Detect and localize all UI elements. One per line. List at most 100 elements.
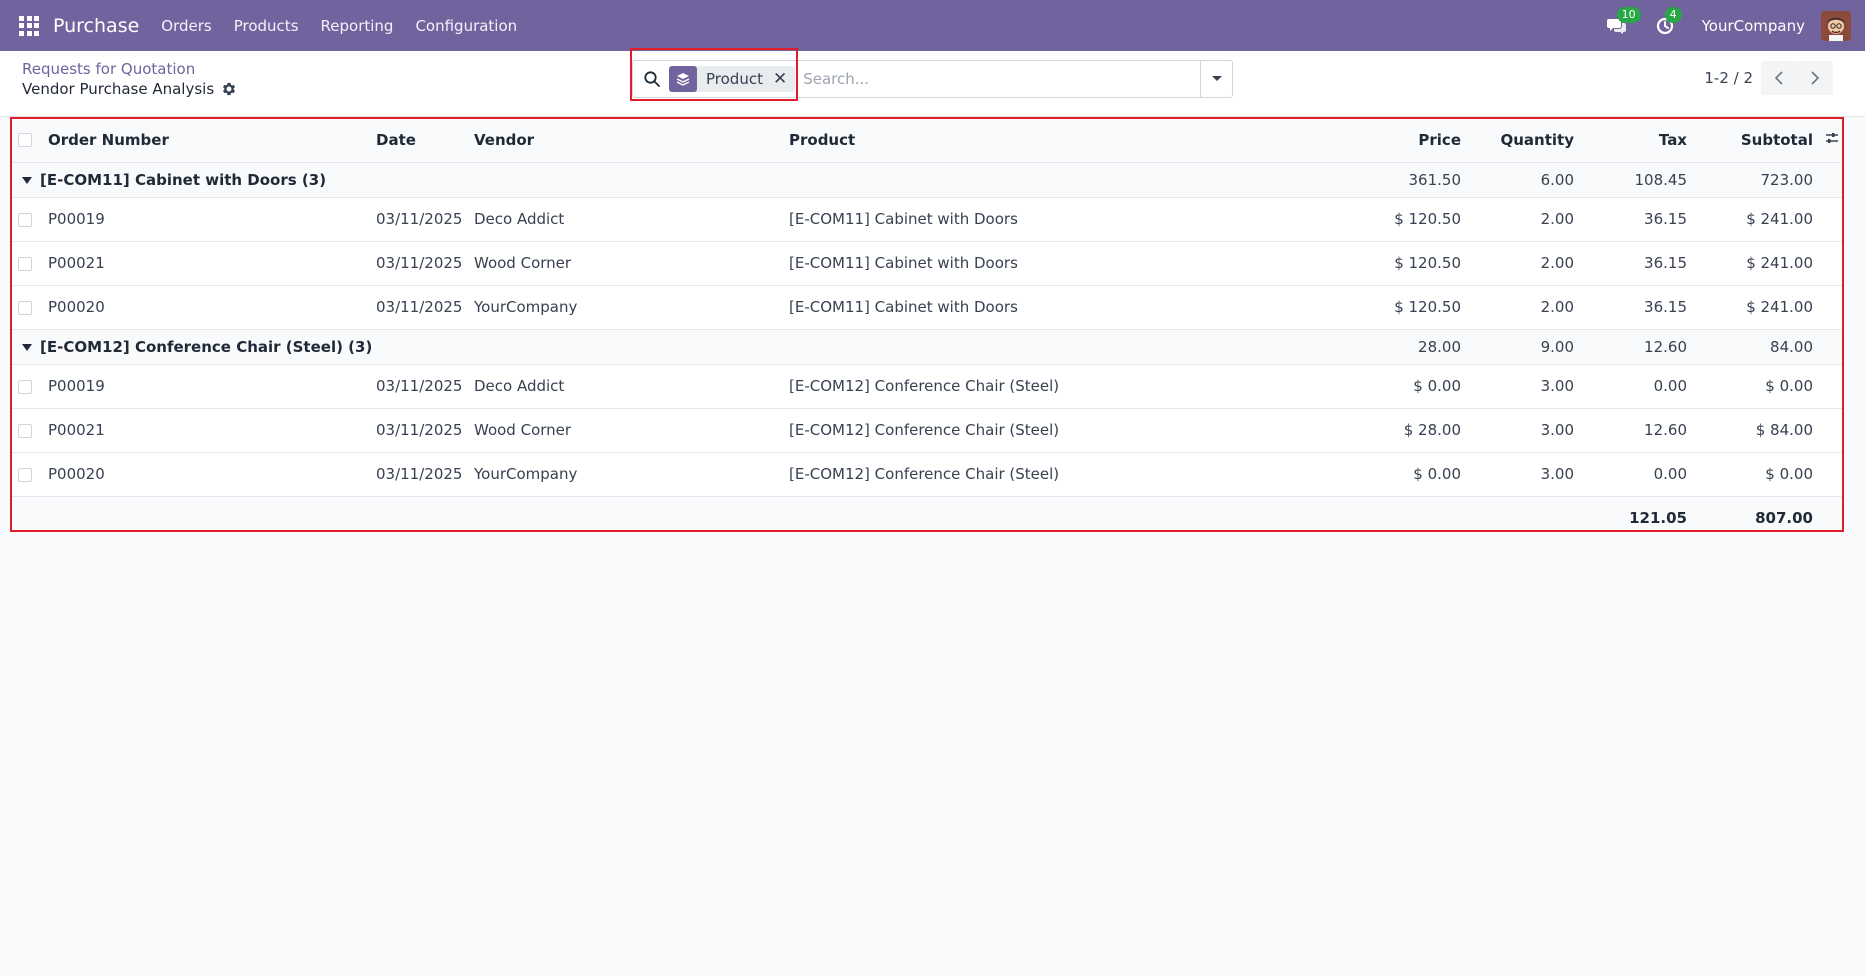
cell-price: $ 120.50 bbox=[1360, 285, 1473, 330]
select-all-checkbox[interactable] bbox=[18, 133, 32, 148]
group-quantity: 9.00 bbox=[1473, 329, 1586, 365]
cell-date: 03/11/2025 bbox=[376, 241, 474, 286]
gear-icon[interactable] bbox=[222, 82, 236, 96]
group-label: [E-COM11] Cabinet with Doors (3) bbox=[40, 170, 327, 189]
cell-order-number: P00020 bbox=[48, 452, 376, 497]
group-price: 361.50 bbox=[1360, 162, 1473, 198]
search-options-toggle[interactable] bbox=[1200, 61, 1232, 97]
column-price[interactable]: Price bbox=[1360, 118, 1473, 163]
menu-reporting[interactable]: Reporting bbox=[321, 17, 394, 35]
row-checkbox[interactable] bbox=[18, 300, 32, 315]
cell-vendor: Deco Addict bbox=[474, 197, 789, 242]
group-by-facet: Product ✕ bbox=[669, 66, 796, 92]
totals-row: 121.05 807.00 bbox=[12, 496, 1842, 540]
cell-subtotal: $ 241.00 bbox=[1699, 197, 1825, 242]
cell-product: [E-COM11] Cabinet with Doors bbox=[789, 241, 1360, 286]
cell-quantity: 2.00 bbox=[1473, 197, 1586, 242]
sliders-icon bbox=[1826, 132, 1838, 143]
caret-down-icon bbox=[22, 343, 32, 351]
cell-date: 03/11/2025 bbox=[376, 452, 474, 497]
cell-vendor: YourCompany bbox=[474, 285, 789, 330]
cell-price: $ 120.50 bbox=[1360, 197, 1473, 242]
user-avatar[interactable] bbox=[1821, 10, 1851, 41]
cell-tax: 36.15 bbox=[1586, 285, 1699, 330]
column-product[interactable]: Product bbox=[789, 118, 1360, 163]
row-checkbox[interactable] bbox=[18, 212, 32, 227]
activities-button[interactable]: 4 bbox=[1654, 6, 1682, 37]
optional-columns-toggle[interactable] bbox=[1825, 118, 1842, 163]
apps-menu-icon[interactable] bbox=[19, 15, 39, 36]
cell-order-number: P00021 bbox=[48, 241, 376, 286]
column-order-number[interactable]: Order Number bbox=[48, 118, 376, 163]
cell-subtotal: $ 84.00 bbox=[1699, 408, 1825, 453]
table-row[interactable]: P00021 03/11/2025 Wood Corner [E-COM11] … bbox=[12, 241, 1842, 286]
messages-button[interactable]: 10 bbox=[1606, 6, 1641, 37]
cell-tax: 0.00 bbox=[1586, 364, 1699, 409]
cell-product: [E-COM11] Cabinet with Doors bbox=[789, 285, 1360, 330]
cell-vendor: Wood Corner bbox=[474, 241, 789, 286]
cell-price: $ 120.50 bbox=[1360, 241, 1473, 286]
cell-tax: 36.15 bbox=[1586, 241, 1699, 286]
cell-vendor: Wood Corner bbox=[474, 408, 789, 453]
column-tax[interactable]: Tax bbox=[1586, 118, 1699, 163]
menu-products[interactable]: Products bbox=[234, 17, 299, 35]
cell-order-number: P00019 bbox=[48, 197, 376, 242]
cell-tax: 12.60 bbox=[1586, 408, 1699, 453]
group-quantity: 6.00 bbox=[1473, 162, 1586, 198]
row-checkbox[interactable] bbox=[18, 423, 32, 438]
cell-date: 03/11/2025 bbox=[376, 408, 474, 453]
menu-configuration[interactable]: Configuration bbox=[415, 17, 517, 35]
row-checkbox[interactable] bbox=[18, 379, 32, 394]
column-date[interactable]: Date bbox=[376, 118, 474, 163]
row-checkbox[interactable] bbox=[18, 256, 32, 271]
group-subtotal: 723.00 bbox=[1699, 162, 1825, 198]
app-name[interactable]: Purchase bbox=[53, 15, 139, 37]
cell-tax: 36.15 bbox=[1586, 197, 1699, 242]
total-tax: 121.05 bbox=[1586, 496, 1699, 540]
cell-order-number: P00019 bbox=[48, 364, 376, 409]
table-row[interactable]: P00020 03/11/2025 YourCompany [E-COM12] … bbox=[12, 452, 1842, 497]
pager: 1-2 / 2 bbox=[1704, 61, 1833, 95]
cell-price: $ 0.00 bbox=[1360, 452, 1473, 497]
page-title: Vendor Purchase Analysis bbox=[22, 80, 236, 98]
pager-value[interactable]: 1-2 / 2 bbox=[1704, 69, 1753, 87]
table-row[interactable]: P00019 03/11/2025 Deco Addict [E-COM12] … bbox=[12, 364, 1842, 409]
search-input[interactable] bbox=[803, 64, 1194, 94]
activities-badge: 4 bbox=[1664, 6, 1682, 23]
row-checkbox[interactable] bbox=[18, 467, 32, 482]
column-subtotal[interactable]: Subtotal bbox=[1699, 118, 1825, 163]
cell-price: $ 0.00 bbox=[1360, 364, 1473, 409]
cell-product: [E-COM12] Conference Chair (Steel) bbox=[789, 452, 1360, 497]
pager-previous-button[interactable] bbox=[1761, 61, 1797, 95]
chevron-left-icon bbox=[1774, 71, 1783, 85]
table-row[interactable]: P00019 03/11/2025 Deco Addict [E-COM11] … bbox=[12, 197, 1842, 242]
cell-date: 03/11/2025 bbox=[376, 364, 474, 409]
select-all-cell bbox=[12, 118, 48, 163]
table-row[interactable]: P00021 03/11/2025 Wood Corner [E-COM12] … bbox=[12, 408, 1842, 453]
group-row[interactable]: [E-COM12] Conference Chair (Steel) (3) 2… bbox=[12, 329, 1842, 365]
cell-order-number: P00021 bbox=[48, 408, 376, 453]
group-row[interactable]: [E-COM11] Cabinet with Doors (3) 361.50 … bbox=[12, 162, 1842, 198]
cell-tax: 0.00 bbox=[1586, 452, 1699, 497]
page-title-text: Vendor Purchase Analysis bbox=[22, 80, 215, 98]
messages-badge: 10 bbox=[1616, 6, 1641, 23]
cell-subtotal: $ 241.00 bbox=[1699, 241, 1825, 286]
menu-orders[interactable]: Orders bbox=[161, 17, 211, 35]
column-quantity[interactable]: Quantity bbox=[1473, 118, 1586, 163]
cell-subtotal: $ 0.00 bbox=[1699, 452, 1825, 497]
company-switcher[interactable]: YourCompany bbox=[1702, 17, 1805, 35]
caret-down-icon bbox=[22, 176, 32, 184]
cell-product: [E-COM12] Conference Chair (Steel) bbox=[789, 364, 1360, 409]
cell-subtotal: $ 0.00 bbox=[1699, 364, 1825, 409]
cell-date: 03/11/2025 bbox=[376, 285, 474, 330]
search-icon bbox=[644, 71, 660, 87]
table-row[interactable]: P00020 03/11/2025 YourCompany [E-COM11] … bbox=[12, 285, 1842, 330]
chevron-right-icon bbox=[1811, 71, 1820, 85]
search-bar: Product ✕ bbox=[632, 60, 1233, 98]
breadcrumb-requests-for-quotation[interactable]: Requests for Quotation bbox=[22, 60, 195, 78]
list-view: Order Number Date Vendor Product Price Q… bbox=[12, 118, 1842, 540]
top-navbar: Purchase Orders Products Reporting Confi… bbox=[0, 0, 1865, 51]
column-vendor[interactable]: Vendor bbox=[474, 118, 789, 163]
pager-next-button[interactable] bbox=[1797, 61, 1833, 95]
remove-facet-close-icon[interactable]: ✕ bbox=[773, 69, 795, 89]
